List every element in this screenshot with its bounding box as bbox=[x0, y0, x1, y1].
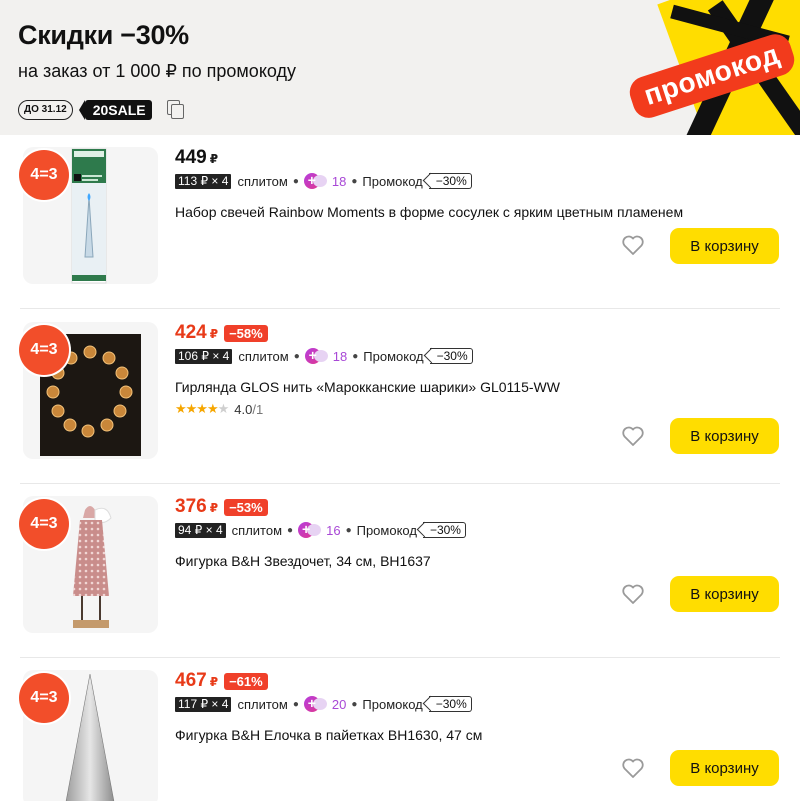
currency-sign: ₽ bbox=[209, 675, 219, 689]
promo-4for3-badge: 4=3 bbox=[19, 325, 69, 375]
review-count: /1 bbox=[252, 401, 264, 417]
separator-dot: ● bbox=[351, 175, 358, 187]
split-amount: 113 ₽ × 4 bbox=[175, 173, 232, 189]
split-label: сплитом bbox=[238, 348, 289, 364]
separator-dot: ● bbox=[292, 698, 299, 710]
separator-dot: ● bbox=[351, 698, 358, 710]
favorite-heart-icon[interactable] bbox=[621, 425, 645, 447]
rating-stars-icon: ★★★★★ bbox=[175, 401, 229, 416]
price-row: 424 ₽ −58% bbox=[175, 322, 635, 344]
price-row: 376 ₽ −53% bbox=[175, 496, 635, 518]
discount-badge: −53% bbox=[224, 499, 268, 516]
plus-cashback-icon: + bbox=[298, 521, 322, 538]
currency-sign: ₽ bbox=[209, 501, 219, 515]
separator-dot: ● bbox=[293, 350, 300, 362]
separator-dot: ● bbox=[345, 524, 352, 536]
plus-points: 20 bbox=[331, 696, 347, 712]
split-amount: 117 ₽ × 4 bbox=[175, 696, 232, 712]
split-payment-row[interactable]: 117 ₽ × 4 сплитом ● + 20 ● Промокод −30% bbox=[175, 695, 635, 713]
discount-badge: −58% bbox=[224, 325, 268, 342]
split-payment-row[interactable]: 94 ₽ × 4 сплитом ● + 16 ● Промокод −30% bbox=[175, 521, 635, 539]
split-amount: 94 ₽ × 4 bbox=[175, 522, 226, 538]
promo-discount-tag: −30% bbox=[428, 173, 472, 189]
split-label: сплитом bbox=[237, 173, 288, 189]
plus-cashback-icon: + bbox=[304, 347, 329, 364]
plus-cashback-icon: + bbox=[303, 695, 328, 712]
product-card[interactable]: 4=3 467 ₽ −61% 117 ₽ × 4 сплитом ● + 20 … bbox=[0, 658, 800, 801]
promo-4for3-badge: 4=3 bbox=[19, 499, 69, 549]
promo-label: Промокод bbox=[363, 348, 424, 364]
add-to-cart-button[interactable]: В корзину bbox=[670, 228, 779, 264]
promo-code-row: ДО 31.12 20SALE bbox=[18, 99, 186, 121]
promo-banner[interactable]: Скидки −30% на заказ от 1 000 ₽ по промо… bbox=[0, 0, 800, 135]
price-row: 449 ₽ bbox=[175, 147, 635, 169]
promo-label: Промокод bbox=[356, 522, 417, 538]
product-price: 449 bbox=[175, 147, 207, 168]
promo-code-tag: 20SALE bbox=[78, 100, 152, 120]
add-to-cart-button[interactable]: В корзину bbox=[670, 418, 779, 454]
price-row: 467 ₽ −61% bbox=[175, 670, 635, 692]
split-payment-row[interactable]: 113 ₽ × 4 сплитом ● + 18 ● Промокод −30% bbox=[175, 172, 635, 190]
favorite-heart-icon[interactable] bbox=[621, 757, 645, 779]
currency-sign: ₽ bbox=[209, 152, 219, 166]
product-title[interactable]: Набор свечей Rainbow Moments в форме сос… bbox=[175, 203, 683, 221]
product-info: 376 ₽ −53% 94 ₽ × 4 сплитом ● + 16 ● Про… bbox=[175, 496, 635, 570]
valid-until-chip: ДО 31.12 bbox=[18, 100, 73, 120]
promo-discount-tag: −30% bbox=[428, 696, 472, 712]
product-price: 424 bbox=[175, 322, 207, 343]
product-info: 424 ₽ −58% 106 ₽ × 4 сплитом ● + 18 ● Пр… bbox=[175, 322, 635, 417]
promo-label: Промокод bbox=[362, 696, 423, 712]
product-card[interactable]: 4=3 449 ₽ 113 ₽ × 4 сплитом ● + 18 ● Про… bbox=[0, 135, 800, 309]
split-amount: 106 ₽ × 4 bbox=[175, 348, 233, 364]
product-price: 376 bbox=[175, 496, 207, 517]
currency-sign: ₽ bbox=[209, 327, 219, 341]
rating-value: 4.0 bbox=[234, 401, 253, 417]
product-title[interactable]: Фигурка B&H Елочка в пайетках BH1630, 47… bbox=[175, 726, 635, 744]
plus-points: 18 bbox=[331, 173, 347, 189]
product-title[interactable]: Фигурка B&H Звездочет, 34 см, BH1637 bbox=[175, 552, 635, 570]
divider bbox=[20, 308, 780, 309]
separator-dot: ● bbox=[292, 175, 299, 187]
banner-art: промокод bbox=[600, 0, 800, 135]
favorite-heart-icon[interactable] bbox=[621, 234, 645, 256]
product-card[interactable]: 4=3 376 ₽ −53% 94 ₽ × 4 сплитом ● + 16 ●… bbox=[0, 484, 800, 658]
split-label: сплитом bbox=[231, 522, 283, 538]
plus-points: 16 bbox=[326, 522, 341, 538]
rating-row[interactable]: ★★★★★ 4.0 /1 bbox=[175, 401, 635, 417]
favorite-heart-icon[interactable] bbox=[621, 583, 645, 605]
promo-4for3-badge: 4=3 bbox=[19, 673, 69, 723]
discount-badge: −61% bbox=[224, 673, 268, 690]
add-to-cart-button[interactable]: В корзину bbox=[670, 576, 779, 612]
add-to-cart-button[interactable]: В корзину bbox=[670, 750, 779, 786]
product-info: 449 ₽ 113 ₽ × 4 сплитом ● + 18 ● Промоко… bbox=[175, 147, 683, 221]
separator-dot: ● bbox=[352, 350, 359, 362]
split-label: сплитом bbox=[237, 696, 288, 712]
product-card[interactable]: 4=3 424 ₽ −58% 106 ₽ × 4 сплитом ● + 18 … bbox=[0, 310, 800, 484]
banner-title: Скидки −30% bbox=[18, 20, 189, 50]
product-info: 467 ₽ −61% 117 ₽ × 4 сплитом ● + 20 ● Пр… bbox=[175, 670, 635, 744]
banner-subtitle: на заказ от 1 000 ₽ по промокоду bbox=[18, 61, 297, 81]
product-title[interactable]: Гирлянда GLOS нить «Марокканские шарики»… bbox=[175, 378, 635, 396]
promo-label: Промокод bbox=[362, 173, 423, 189]
promo-4for3-badge: 4=3 bbox=[19, 150, 69, 200]
separator-dot: ● bbox=[287, 524, 294, 536]
plus-points: 18 bbox=[332, 348, 348, 364]
copy-icon[interactable] bbox=[166, 99, 186, 121]
split-payment-row[interactable]: 106 ₽ × 4 сплитом ● + 18 ● Промокод −30% bbox=[175, 347, 635, 365]
product-price: 467 bbox=[175, 670, 207, 691]
promo-discount-tag: −30% bbox=[422, 522, 466, 538]
promo-discount-tag: −30% bbox=[429, 348, 473, 364]
plus-cashback-icon: + bbox=[303, 172, 328, 189]
